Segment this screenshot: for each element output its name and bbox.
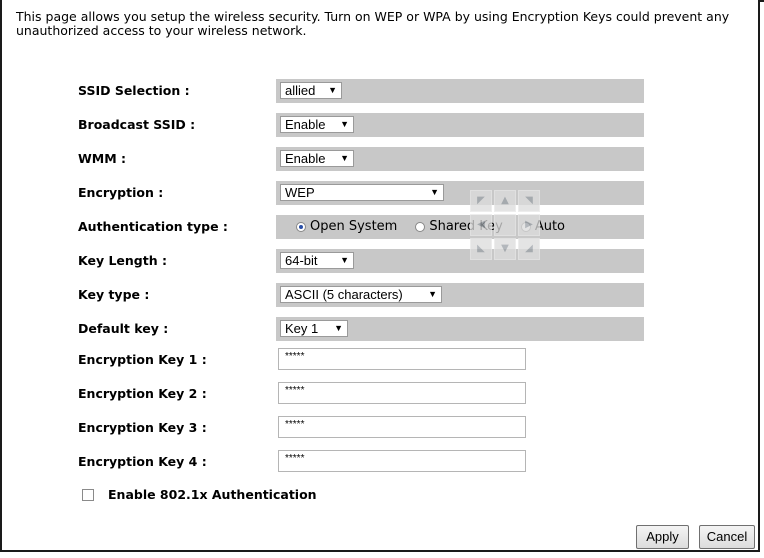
pan-up-right-icon: ◥	[518, 190, 540, 212]
key-type-field: ASCII (5 characters) ▼	[276, 283, 644, 307]
chevron-down-icon: ▼	[334, 323, 343, 333]
key-length-field: 64-bit ▼	[276, 249, 644, 273]
row-encryption-key-3: Encryption Key 3 : *****	[78, 416, 644, 440]
encryption-key-1-field: *****	[276, 348, 644, 372]
encryption-key-3-input[interactable]: *****	[278, 416, 526, 438]
wmm-field: Enable ▼	[276, 147, 644, 171]
key-type-label: Key type :	[78, 287, 150, 302]
row-key-type: Key type : ASCII (5 characters) ▼	[78, 283, 644, 307]
row-ssid-selection: SSID Selection : allied ▼	[78, 79, 644, 103]
encryption-key-2-field: *****	[276, 382, 644, 406]
enable-8021x-checkbox[interactable]	[82, 488, 94, 501]
row-encryption: Encryption : WEP ▼	[78, 181, 644, 205]
encryption-key-4-field: *****	[276, 450, 644, 474]
authentication-type-label: Authentication type :	[78, 219, 228, 234]
row-broadcast-ssid: Broadcast SSID : Enable ▼	[78, 113, 644, 137]
ssid-select[interactable]: allied ▼	[280, 82, 342, 99]
pan-up-left-icon: ◤	[470, 190, 492, 212]
encryption-key-4-label: Encryption Key 4 :	[78, 454, 207, 469]
chevron-down-icon: ▼	[328, 85, 337, 95]
ssid-selection-label: SSID Selection :	[78, 83, 190, 98]
encryption-label: Encryption :	[78, 185, 164, 200]
ssid-selection-field: allied ▼	[276, 79, 644, 103]
pan-down-icon: ▼	[494, 238, 516, 260]
encryption-key-3-label: Encryption Key 3 :	[78, 420, 207, 435]
apply-button[interactable]: Apply	[636, 525, 689, 549]
authentication-type-field: Open System Shared Key Auto	[276, 215, 644, 239]
encryption-key-2-input[interactable]: *****	[278, 382, 526, 404]
broadcast-ssid-label: Broadcast SSID :	[78, 117, 196, 132]
row-default-key: Default key : Key 1 ▼	[78, 317, 644, 341]
pan-left-icon: ◀	[470, 214, 492, 236]
pan-down-left-icon: ◣	[470, 238, 492, 260]
pan-right-icon: ▶	[518, 214, 540, 236]
default-key-label: Default key :	[78, 321, 169, 336]
radio-open-system[interactable]: Open System	[296, 219, 397, 234]
broadcast-ssid-select[interactable]: Enable ▼	[280, 116, 354, 133]
row-wmm: WMM : Enable ▼	[78, 147, 644, 171]
radio-unselected-icon	[415, 221, 426, 232]
cancel-button[interactable]: Cancel	[699, 525, 755, 549]
broadcast-ssid-field: Enable ▼	[276, 113, 644, 137]
encryption-key-1-label: Encryption Key 1 :	[78, 352, 207, 367]
encryption-key-1-input[interactable]: *****	[278, 348, 526, 370]
default-key-select[interactable]: Key 1 ▼	[280, 320, 348, 337]
encryption-field: WEP ▼	[276, 181, 644, 205]
row-encryption-key-2: Encryption Key 2 : *****	[78, 382, 644, 406]
pan-control-icon: ◤ ▲ ◥ ◀ ▶ ◣ ▼ ◢	[470, 190, 544, 264]
enable-8021x-option: Enable 802.1x Authentication	[82, 487, 317, 502]
key-length-label: Key Length :	[78, 253, 167, 268]
key-type-select[interactable]: ASCII (5 characters) ▼	[280, 286, 442, 303]
wmm-label: WMM :	[78, 151, 127, 166]
encryption-select[interactable]: WEP ▼	[280, 184, 444, 201]
key-length-select[interactable]: 64-bit ▼	[280, 252, 354, 269]
encryption-key-3-field: *****	[276, 416, 644, 440]
intro-text: This page allows you setup the wireless …	[16, 9, 730, 38]
pan-down-right-icon: ◢	[518, 238, 540, 260]
encryption-key-4-input[interactable]: *****	[278, 450, 526, 472]
row-key-length: Key Length : 64-bit ▼	[78, 249, 644, 273]
chevron-down-icon: ▼	[340, 153, 349, 163]
wmm-select[interactable]: Enable ▼	[280, 150, 354, 167]
chevron-down-icon: ▼	[430, 187, 439, 197]
row-encryption-key-4: Encryption Key 4 : *****	[78, 450, 644, 474]
pan-center-icon	[494, 214, 516, 236]
encryption-key-2-label: Encryption Key 2 :	[78, 386, 207, 401]
row-encryption-key-1: Encryption Key 1 : *****	[78, 348, 644, 372]
chevron-down-icon: ▼	[428, 289, 437, 299]
row-authentication-type: Authentication type : Open System Shared…	[78, 215, 644, 239]
default-key-field: Key 1 ▼	[276, 317, 644, 341]
pan-up-icon: ▲	[494, 190, 516, 212]
content-frame: This page allows you setup the wireless …	[0, 0, 760, 552]
radio-selected-icon	[296, 221, 306, 232]
chevron-down-icon: ▼	[340, 119, 349, 129]
chevron-down-icon: ▼	[340, 255, 349, 265]
enable-8021x-label: Enable 802.1x Authentication	[108, 487, 317, 502]
